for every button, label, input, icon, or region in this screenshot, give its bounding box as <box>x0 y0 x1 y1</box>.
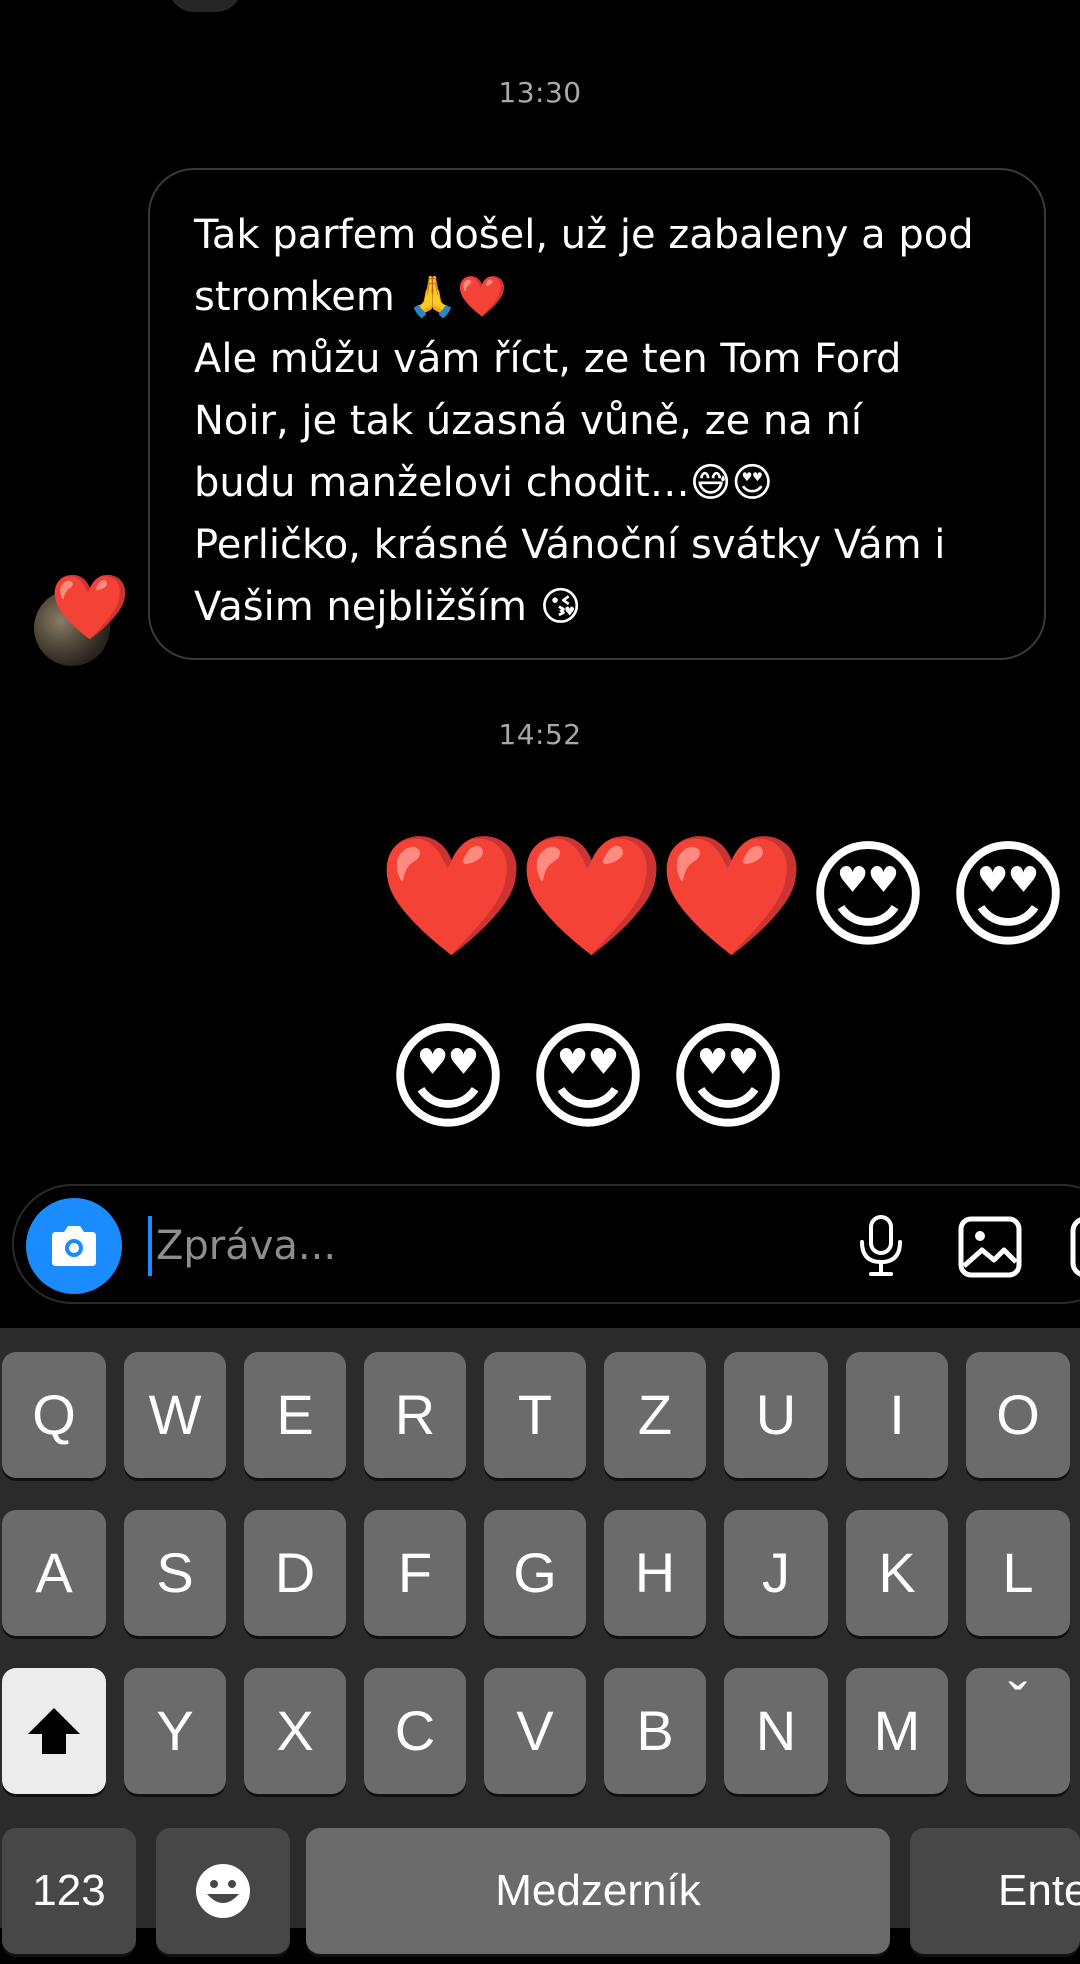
camera-button[interactable] <box>26 1198 122 1294</box>
key-f[interactable]: F <box>364 1510 466 1636</box>
heart-eyes-emoji: 😍 <box>666 1008 790 1146</box>
key-g[interactable]: G <box>484 1510 586 1636</box>
key-w[interactable]: W <box>124 1352 226 1478</box>
shift-arrow-icon <box>28 1708 80 1754</box>
key-n[interactable]: N <box>724 1668 828 1794</box>
key-z[interactable]: Z <box>604 1352 706 1478</box>
heart-emoji: ❤️ <box>658 826 805 964</box>
microphone-button[interactable] <box>856 1214 906 1282</box>
key-x[interactable]: X <box>244 1668 346 1794</box>
key-c[interactable]: C <box>364 1668 466 1794</box>
image-icon <box>958 1216 1022 1278</box>
message-line: Perličko, krásné Vánoční svátky Vám i <box>194 522 946 568</box>
key-a[interactable]: A <box>2 1510 106 1636</box>
message-composer: Zpráva... <box>12 1184 1080 1304</box>
received-message-bubble[interactable]: Tak parfem došel, už je zabaleny a pod s… <box>148 168 1046 660</box>
smiley-icon <box>196 1864 250 1918</box>
message-line: Noir, je tak úzasná vůně, ze na ní <box>194 398 862 444</box>
timestamp: 13:30 <box>498 76 582 109</box>
space-key[interactable]: Medzerník <box>306 1828 890 1954</box>
key-s[interactable]: S <box>124 1510 226 1636</box>
key-b[interactable]: B <box>604 1668 706 1794</box>
sticker-button[interactable] <box>1070 1216 1080 1282</box>
sticker-icon <box>1070 1217 1080 1277</box>
timestamp: 14:52 <box>498 718 582 751</box>
accent-key[interactable]: ˇ <box>966 1668 1070 1794</box>
previous-message-edge <box>168 0 242 12</box>
heart-emoji: ❤️ <box>378 826 525 964</box>
heart-eyes-emoji: 😍 <box>806 826 930 964</box>
message-line: budu manželovi chodit…😅😍 <box>194 460 774 506</box>
heart-reaction-icon[interactable]: ❤️ <box>50 576 130 640</box>
message-line: Ale můžu vám říct, ze ten Tom Ford <box>194 336 902 382</box>
key-i[interactable]: I <box>846 1352 948 1478</box>
gallery-button[interactable] <box>958 1216 1022 1282</box>
key-j[interactable]: J <box>724 1510 828 1636</box>
key-o[interactable]: O <box>966 1352 1070 1478</box>
key-k[interactable]: K <box>846 1510 948 1636</box>
heart-eyes-emoji: 😍 <box>946 826 1070 964</box>
shift-key[interactable] <box>2 1668 106 1794</box>
message-line: stromkem 🙏❤️ <box>194 274 508 320</box>
key-l[interactable]: L <box>966 1510 1070 1636</box>
key-h[interactable]: H <box>604 1510 706 1636</box>
numbers-key[interactable]: 123 <box>2 1828 136 1954</box>
heart-emoji: ❤️ <box>518 826 665 964</box>
sent-emoji-message[interactable]: 😍 😍 😍 <box>378 1018 798 1136</box>
sender-avatar-with-reaction[interactable]: ❤️ <box>32 576 130 676</box>
heart-eyes-emoji: 😍 <box>526 1008 650 1146</box>
sent-emoji-message[interactable]: ❤️❤️❤️😍 😍 <box>378 836 1078 954</box>
key-v[interactable]: V <box>484 1668 586 1794</box>
key-t[interactable]: T <box>484 1352 586 1478</box>
key-q[interactable]: Q <box>2 1352 106 1478</box>
camera-icon <box>52 1226 96 1266</box>
key-e[interactable]: E <box>244 1352 346 1478</box>
message-input[interactable]: Zpráva... <box>148 1216 716 1276</box>
key-m[interactable]: M <box>846 1668 948 1794</box>
emoji-key[interactable] <box>156 1828 290 1954</box>
message-text: Tak parfem došel, už je zabaleny a pod s… <box>194 204 1014 638</box>
keyboard: Q W E R T Z U I O A S D F G H J K L Y X … <box>0 1328 1080 1954</box>
heart-eyes-emoji: 😍 <box>386 1008 510 1146</box>
key-u[interactable]: U <box>724 1352 828 1478</box>
message-line: Vašim nejbližším 😘 <box>194 584 582 630</box>
key-y[interactable]: Y <box>124 1668 226 1794</box>
enter-key[interactable]: Enter <box>910 1828 1080 1954</box>
key-d[interactable]: D <box>244 1510 346 1636</box>
microphone-icon <box>860 1215 902 1276</box>
key-r[interactable]: R <box>364 1352 466 1478</box>
message-line: Tak parfem došel, už je zabaleny a pod <box>194 212 974 258</box>
